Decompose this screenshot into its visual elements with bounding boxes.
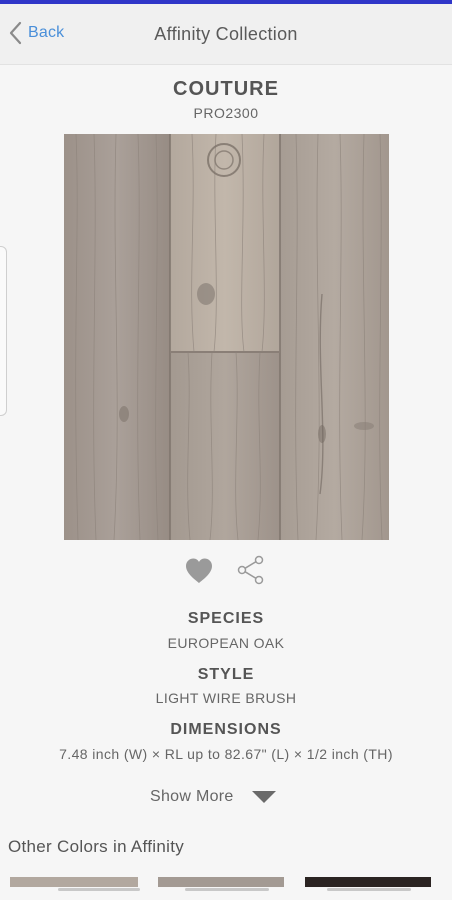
thumbnail-caption-bar — [185, 888, 269, 891]
navigation-bar: Back Affinity Collection — [0, 4, 452, 65]
wood-plank-illustration — [64, 134, 389, 540]
product-actions — [184, 555, 274, 589]
other-colors-title: Other Colors in Affinity — [8, 837, 185, 856]
show-more-button[interactable]: Show More — [150, 788, 276, 806]
heart-icon[interactable] — [184, 557, 214, 589]
product-code: PRO2300 — [193, 105, 259, 121]
color-thumbnail[interactable] — [305, 877, 431, 887]
color-thumbnail[interactable] — [10, 877, 138, 887]
dimensions-value: 7.48 inch (W) × RL up to 82.67" (L) × 1/… — [59, 746, 393, 762]
product-name: COUTURE — [173, 78, 279, 100]
flooring-sample-image — [64, 134, 389, 540]
caret-down-icon — [251, 791, 276, 803]
style-value: LIGHT WIRE BRUSH — [155, 690, 297, 706]
species-label: SPECIES — [187, 610, 265, 627]
dimensions-label: DIMENSIONS — [170, 721, 282, 738]
share-icon[interactable] — [236, 555, 266, 590]
show-more-label: Show More — [150, 788, 234, 805]
style-label: STYLE — [197, 666, 255, 683]
side-drawer-handle[interactable] — [0, 246, 7, 416]
page-title: Affinity Collection — [154, 24, 298, 44]
species-value: EUROPEAN OAK — [167, 635, 285, 651]
thumbnail-caption-bar — [327, 888, 411, 891]
color-thumbnail[interactable] — [158, 877, 284, 887]
thumbnail-caption-bar — [58, 888, 140, 891]
